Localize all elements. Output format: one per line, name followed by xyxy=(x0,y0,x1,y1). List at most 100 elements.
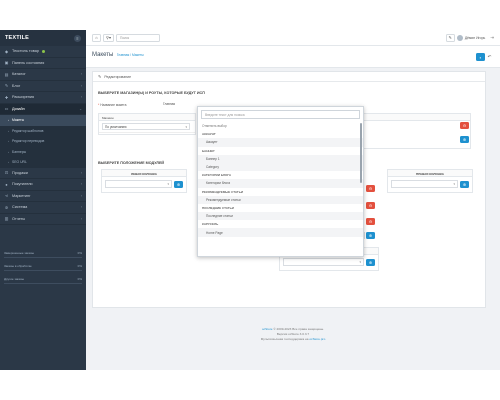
chevron-down-icon: ▾ xyxy=(167,182,169,186)
remove-module-button[interactable]: ⊖ xyxy=(366,185,375,192)
top-bar: ⌂ ⚲ ▾ Поиск ✎ Дёмин Игорь ⇥ xyxy=(86,30,500,46)
add-module-button[interactable]: ⊕ xyxy=(460,180,469,188)
dropdown-scrollbar[interactable] xyxy=(360,123,362,183)
dropdown-options: Отменить выбор АККАУНТ Аккаунт БАННЕР Баннер… xyxy=(198,122,363,258)
remove-route-button[interactable]: ⊖ xyxy=(460,122,469,129)
stat-value: 0% xyxy=(77,277,82,281)
stat-completed: Завершенные заказы 0% xyxy=(4,251,82,258)
bullet-icon: › xyxy=(8,118,9,123)
dropdown-group-label: КАРУСЕЛЬ xyxy=(202,222,219,227)
reply-icon: ↶ xyxy=(487,54,492,59)
sidebar-subitem-layouts[interactable]: › Макеты xyxy=(0,115,86,126)
sidebar-item-label: Система xyxy=(12,205,28,210)
sidebar-item-customers[interactable]: ● Покупатели › xyxy=(0,179,86,191)
dropdown-option[interactable]: Home Page xyxy=(198,228,363,237)
store-select[interactable]: По умолчанию ▾ xyxy=(102,123,190,130)
avatar[interactable] xyxy=(456,34,463,41)
chevron-down-icon: ⌄ xyxy=(79,106,82,111)
sidebar-item-label: Маркетинг xyxy=(12,193,31,198)
breadcrumb: Главная / Макеты xyxy=(116,53,144,57)
chevron-right-icon: › xyxy=(80,182,82,187)
add-route-button[interactable]: ⊕ xyxy=(460,136,469,143)
dropdown-option[interactable]: Категории блога xyxy=(198,179,363,188)
back-button[interactable]: ↶ xyxy=(485,53,494,61)
stat-processing: Заказы в обработке 0% xyxy=(4,264,82,271)
footer: ocStore © 2009-2023 Все права защищены. … xyxy=(86,327,500,342)
sidebar-item-design[interactable]: ▭ Дизайн ⌄ xyxy=(0,103,86,115)
dropdown-group-label: КАТЕГОРИИ БЛОГА xyxy=(202,173,232,178)
dropdown-option[interactable]: Последние статьи xyxy=(198,212,363,221)
dropdown-option[interactable]: Аккаунт xyxy=(198,138,363,147)
add-module-button[interactable]: ⊕ xyxy=(174,180,183,188)
sidebar-subitem-banners[interactable]: › Баннеры xyxy=(0,146,86,157)
modules-section-title: ВЫБЕРИТЕ ПОЛОЖЕНИЕ МОДУЛЕЙ xyxy=(98,161,165,165)
dropdown-option[interactable]: Рекомендуемые статьи xyxy=(198,195,363,204)
search-icon: ⚲ xyxy=(106,35,109,40)
progress-bar xyxy=(4,282,82,284)
sidebar-item-label: Покупатели xyxy=(12,182,33,187)
dashboard-icon: ▣ xyxy=(4,60,9,66)
sidebar-subitem-translation-editor[interactable]: › Редактор переводов xyxy=(0,136,86,147)
stat-other: Другие заказы 0% xyxy=(4,277,82,284)
panel-header: ✎ Редактирование xyxy=(93,72,485,82)
module-dropdown[interactable]: Введите текст для поиска Отменить выбор А… xyxy=(197,106,364,257)
sidebar-item-system[interactable]: ✲ Система › xyxy=(0,202,86,214)
sidebar-subitem-seo-url[interactable]: › SEO URL xyxy=(0,157,86,168)
footer-link-ocstore[interactable]: ocStore xyxy=(262,327,273,331)
stat-value: 0% xyxy=(77,251,82,255)
dropdown-search-input[interactable]: Введите текст для поиска xyxy=(201,110,360,119)
stat-value: 0% xyxy=(77,264,82,268)
sidebar-item-marketing[interactable]: ⋖ Маркетинг › xyxy=(0,191,86,202)
layout-name-input[interactable]: Главная xyxy=(161,101,199,108)
remove-module-button[interactable]: ⊖ xyxy=(366,202,375,209)
minus-circle-icon: ⊖ xyxy=(462,124,467,128)
dropdown-group-label: АККАУНТ xyxy=(202,132,216,137)
sidebar-item-sales[interactable]: ⊡ Продажи › xyxy=(0,168,86,179)
sidebar-item-textile[interactable]: ◆ Текстиль товар xyxy=(0,46,86,58)
plus-circle-icon: ⊕ xyxy=(462,137,467,142)
dropdown-option[interactable]: Category xyxy=(198,162,363,172)
sign-out-icon[interactable]: ⇥ xyxy=(490,35,494,41)
sidebar-item-catalog[interactable]: ▤ Каталог › xyxy=(0,69,86,81)
chevron-down-icon: ▾ xyxy=(453,182,455,186)
dropdown-option[interactable]: Отменить выбор xyxy=(198,122,363,130)
sidebar-item-extensions[interactable]: ✚ Расширения › xyxy=(0,92,86,104)
remove-module-button[interactable]: ⊖ xyxy=(366,218,375,225)
chevron-right-icon: › xyxy=(80,83,82,88)
column-right-select[interactable]: ▾ xyxy=(391,180,458,188)
add-module-button[interactable]: ⊕ xyxy=(366,232,375,239)
footer-support-text: Мультиязычная техподдержка на xyxy=(260,337,310,341)
sidebar-item-blog[interactable]: ✎ Блог › xyxy=(0,81,86,92)
store-table: Магазин По умолчанию ▾ xyxy=(98,113,196,135)
wrench-icon[interactable]: ✎ xyxy=(445,33,455,42)
dropdown-option[interactable]: Баннер 1 xyxy=(198,154,363,163)
footer-copyright: © 2009-2023 Все права защищены. xyxy=(273,327,325,331)
breadcrumb-home[interactable]: Главная xyxy=(117,53,130,57)
cart-icon: ⊡ xyxy=(4,170,9,176)
breadcrumb-layouts[interactable]: Макеты xyxy=(132,53,144,57)
catalog-icon: ▤ xyxy=(4,71,9,77)
chevron-right-icon: › xyxy=(80,193,82,198)
home-icon[interactable]: ⌂ xyxy=(92,33,101,42)
sidebar-subitem-label: Редактор шаблонов xyxy=(12,128,44,133)
share-icon: ⋖ xyxy=(4,193,9,199)
hamburger-icon[interactable]: ≡ xyxy=(74,34,81,42)
sidebar-item-reports[interactable]: ▥ Отчеты › xyxy=(0,214,86,225)
save-icon: ▪ xyxy=(479,54,482,60)
search-input[interactable]: Поиск xyxy=(115,33,160,42)
column-left-select[interactable]: ▾ xyxy=(105,180,172,188)
user-menu[interactable]: Дёмин Игорь xyxy=(465,36,485,40)
footer-support-link[interactable]: ocStore.pro xyxy=(309,337,325,341)
content-bottom-select[interactable]: ▾ xyxy=(283,258,364,266)
column-left-box: ЛЕВАЯ КОЛОНКА ▾ ⊕ xyxy=(101,169,187,193)
order-stats: Завершенные заказы 0% Заказы в обработке 0… xyxy=(4,251,82,290)
chevron-right-icon: › xyxy=(80,170,82,175)
chart-icon: ▥ xyxy=(4,216,9,222)
sidebar-subitem-template-editor[interactable]: › Редактор шаблонов xyxy=(0,125,86,136)
save-button[interactable]: ▪ xyxy=(476,53,485,61)
search-dropdown-button[interactable]: ⚲ ▾ xyxy=(103,33,114,42)
chevron-right-icon: › xyxy=(80,72,82,77)
sidebar-item-dashboard[interactable]: ▣ Панель состояния xyxy=(0,58,86,69)
bullet-icon: › xyxy=(8,128,9,133)
add-module-button[interactable]: ⊕ xyxy=(366,258,375,266)
